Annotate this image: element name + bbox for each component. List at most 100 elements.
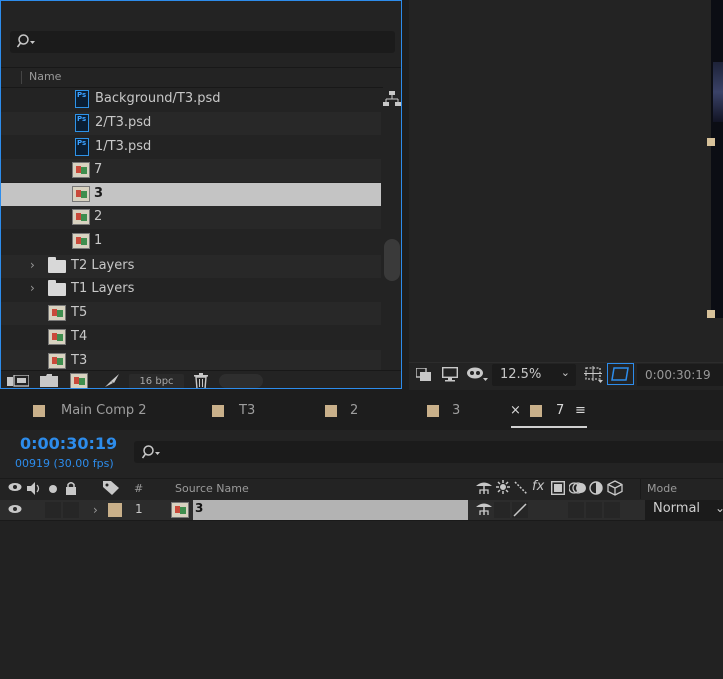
- label-color-swatch: [212, 405, 224, 417]
- mask-visibility-icon[interactable]: [467, 367, 489, 383]
- project-item-label: 3: [94, 186, 104, 201]
- label-color-swatch: [530, 405, 542, 417]
- quality-icon[interactable]: [514, 481, 528, 495]
- lock-icon[interactable]: [65, 481, 77, 495]
- blend-mode-dropdown[interactable]: Normal ⌄: [645, 500, 723, 520]
- column-number-label[interactable]: #: [134, 482, 143, 495]
- project-folder[interactable]: › T1 Layers: [1, 278, 381, 301]
- project-item[interactable]: 1: [1, 230, 381, 253]
- search-icon: [142, 444, 162, 460]
- tab-label: 7: [556, 403, 565, 418]
- search-icon: [17, 33, 37, 49]
- flowchart-icon[interactable]: [383, 91, 401, 107]
- composition-viewer[interactable]: [409, 0, 723, 389]
- chevron-down-icon: ⌄: [714, 501, 723, 515]
- timeline-search-input[interactable]: [134, 441, 723, 463]
- folder-icon: [48, 257, 66, 273]
- scrollbar-thumb[interactable]: [384, 239, 400, 281]
- project-folder[interactable]: › T2 Layers: [1, 255, 381, 278]
- color-depth-button[interactable]: 16 bpc: [129, 374, 184, 388]
- layer-number: 1: [135, 502, 143, 516]
- region-of-interest-icon[interactable]: [584, 366, 604, 384]
- new-composition-icon[interactable]: [70, 373, 88, 388]
- project-item[interactable]: T4: [1, 326, 381, 349]
- panel-menu-icon[interactable]: ≡: [575, 403, 586, 418]
- folder-icon: [48, 280, 66, 296]
- project-item[interactable]: Ps 1/T3.psd: [1, 136, 381, 159]
- shy-switch-icon[interactable]: [476, 502, 492, 516]
- canvas-content: [713, 62, 723, 122]
- quality-switch[interactable]: [512, 502, 528, 518]
- project-item[interactable]: 2: [1, 206, 381, 229]
- project-item-label: T1 Layers: [71, 281, 135, 296]
- interpret-footage-icon[interactable]: [7, 375, 29, 387]
- speaker-icon[interactable]: [27, 482, 43, 495]
- render-queue-icon[interactable]: [103, 373, 121, 388]
- close-icon[interactable]: ×: [510, 403, 521, 418]
- effects-icon[interactable]: fx: [532, 479, 544, 494]
- solo-dot-icon[interactable]: [48, 484, 58, 494]
- composition-canvas[interactable]: [711, 0, 723, 318]
- composition-icon: [72, 233, 90, 249]
- trash-icon[interactable]: [194, 373, 208, 388]
- always-preview-icon[interactable]: [416, 368, 432, 382]
- project-footer-toolbar: 16 bpc: [1, 370, 401, 388]
- project-item-selected[interactable]: 3: [1, 183, 381, 206]
- eye-icon[interactable]: [8, 504, 22, 514]
- bounding-handle[interactable]: [707, 138, 715, 146]
- eye-icon[interactable]: [8, 482, 22, 492]
- column-divider: [21, 71, 22, 84]
- project-item-label: T5: [71, 305, 88, 320]
- transparency-grid-icon[interactable]: [607, 363, 634, 385]
- chevron-down-icon: ⌄: [560, 366, 570, 379]
- frame-blending-icon[interactable]: [551, 481, 565, 495]
- project-item[interactable]: T5: [1, 302, 381, 325]
- shy-icon[interactable]: [476, 481, 492, 495]
- motion-blur-switch[interactable]: [568, 502, 584, 518]
- chevron-right-icon[interactable]: ›: [30, 281, 35, 295]
- chevron-right-icon[interactable]: ›: [93, 503, 98, 517]
- adjustment-switch[interactable]: [586, 502, 602, 518]
- adjustment-layer-icon[interactable]: [589, 481, 603, 495]
- new-folder-icon[interactable]: [40, 374, 58, 387]
- label-tag-icon[interactable]: [103, 481, 119, 495]
- project-item-label: T4: [71, 329, 88, 344]
- viewer-timecode[interactable]: 0:00:30:19: [637, 364, 723, 386]
- 3d-switch[interactable]: [604, 502, 620, 518]
- column-source-name-label[interactable]: Source Name: [175, 482, 249, 495]
- timeline-layer-area[interactable]: [0, 521, 723, 679]
- 3d-layer-icon[interactable]: [607, 480, 623, 496]
- collapse-switch[interactable]: [494, 502, 510, 518]
- bounding-handle[interactable]: [707, 310, 715, 318]
- composition-icon: [72, 162, 90, 178]
- photoshop-file-icon: Ps: [75, 90, 89, 108]
- monitor-icon[interactable]: [442, 367, 458, 382]
- tab-label: 2: [350, 403, 359, 418]
- tab-label: T3: [239, 403, 256, 418]
- project-scrollbar[interactable]: [383, 86, 401, 370]
- project-search-input[interactable]: [10, 31, 395, 53]
- current-time-display[interactable]: 0:00:30:19: [20, 434, 117, 453]
- column-name-label[interactable]: Name: [29, 70, 61, 83]
- chevron-right-icon[interactable]: ›: [30, 258, 35, 272]
- photoshop-file-icon: Ps: [75, 138, 89, 156]
- column-mode-label[interactable]: Mode: [647, 482, 677, 495]
- composition-icon: [48, 305, 66, 321]
- project-item[interactable]: 7: [1, 159, 381, 182]
- label-color-swatch: [33, 405, 45, 417]
- project-item[interactable]: Ps Background/T3.psd: [1, 88, 381, 111]
- label-color-swatch: [325, 405, 337, 417]
- label-color-swatch[interactable]: [108, 503, 122, 517]
- solo-toggle[interactable]: [45, 502, 61, 518]
- motion-blur-icon[interactable]: [569, 481, 587, 495]
- magnification-dropdown[interactable]: 12.5% ⌄: [492, 364, 576, 386]
- collapse-transform-icon[interactable]: [496, 480, 510, 494]
- project-panel: Name Ps Background/T3.psd Ps 2/T3.psd Ps…: [0, 0, 402, 389]
- timeline-tab-bar: Main Comp 2 T3 2 3 × 7 ≡: [0, 396, 723, 430]
- lock-toggle[interactable]: [63, 502, 79, 518]
- project-item-label: T3: [71, 353, 88, 368]
- thumbnail-slider[interactable]: [219, 374, 263, 388]
- layer-name-field[interactable]: 3: [193, 500, 468, 520]
- project-item[interactable]: Ps 2/T3.psd: [1, 112, 381, 135]
- project-item-label: 7: [94, 162, 103, 177]
